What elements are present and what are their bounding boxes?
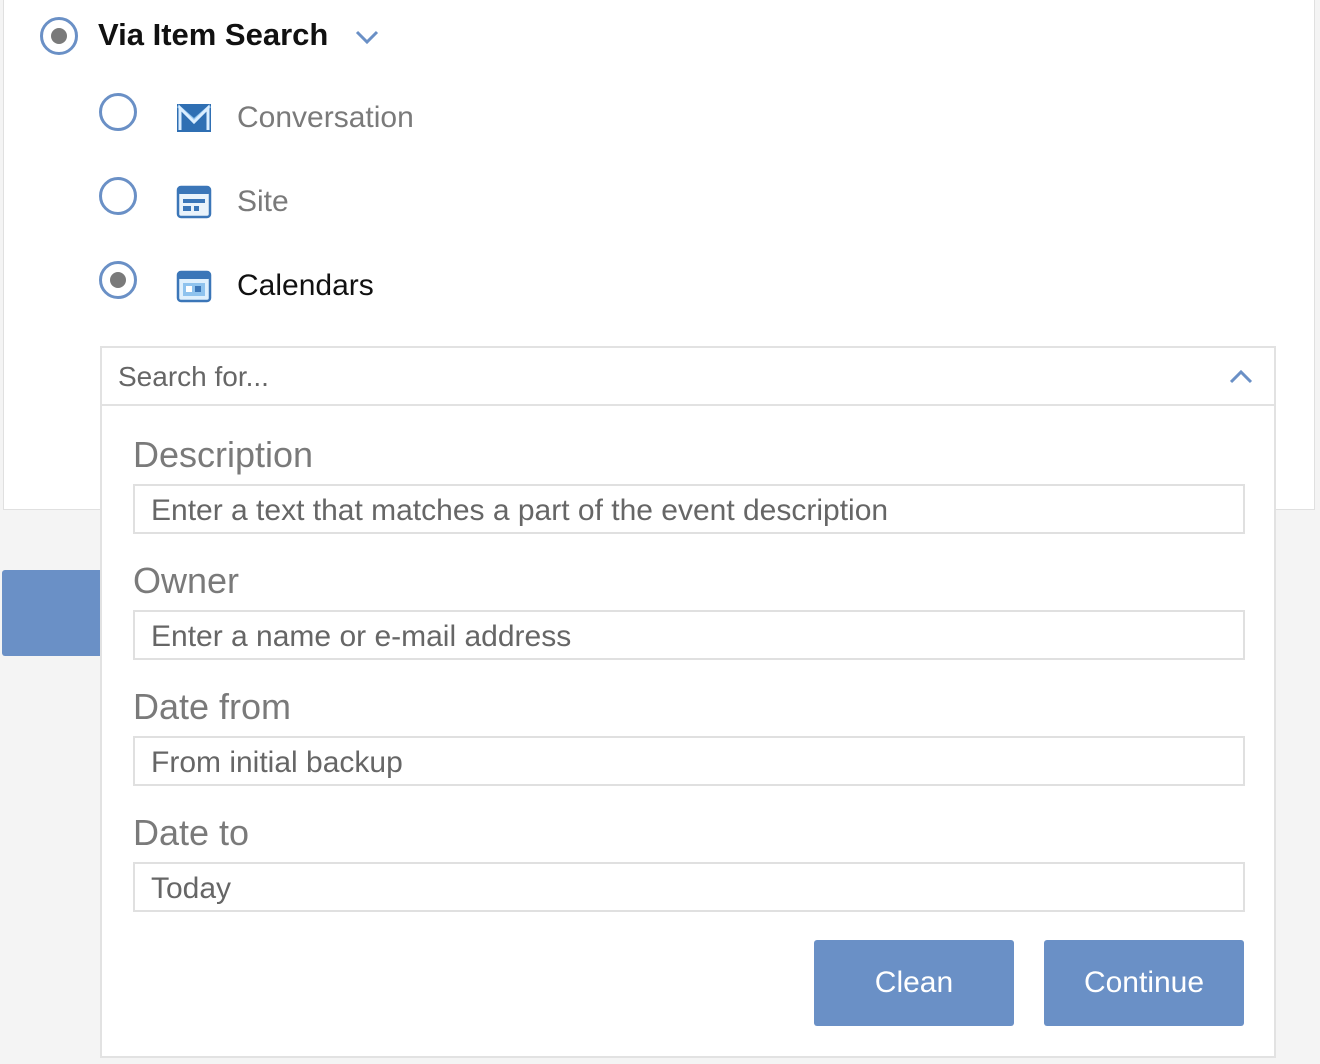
site-icon <box>176 184 212 225</box>
mail-icon <box>176 100 212 141</box>
clean-button[interactable]: Clean <box>814 940 1014 1026</box>
via-item-search-label: Via Item Search <box>98 17 329 52</box>
owner-label: Owner <box>133 560 240 601</box>
via-item-search-radio[interactable] <box>40 17 78 55</box>
description-input[interactable]: Enter a text that matches a part of the … <box>133 484 1245 534</box>
search-bar[interactable]: Search for... <box>102 348 1274 406</box>
date-from-input[interactable]: From initial backup <box>133 736 1245 786</box>
description-label: Description <box>133 434 314 475</box>
site-radio[interactable] <box>99 177 137 215</box>
calendars-label: Calendars <box>237 269 374 302</box>
owner-input[interactable]: Enter a name or e-mail address <box>133 610 1245 660</box>
calendars-radio[interactable] <box>99 261 137 299</box>
conversation-radio[interactable] <box>99 93 137 131</box>
chevron-down-icon[interactable] <box>354 28 380 46</box>
partial-button[interactable] <box>2 570 102 656</box>
continue-button[interactable]: Continue <box>1044 940 1244 1026</box>
search-placeholder: Search for... <box>118 361 269 392</box>
search-panel: Search for... Description Enter a text t… <box>100 346 1276 1058</box>
date-from-label: Date from <box>133 686 292 727</box>
date-to-input[interactable]: Today <box>133 862 1245 912</box>
date-to-label: Date to <box>133 812 250 853</box>
site-label: Site <box>237 185 289 218</box>
calendar-icon <box>176 268 212 309</box>
chevron-up-icon[interactable] <box>1228 367 1254 385</box>
conversation-label: Conversation <box>237 101 414 134</box>
